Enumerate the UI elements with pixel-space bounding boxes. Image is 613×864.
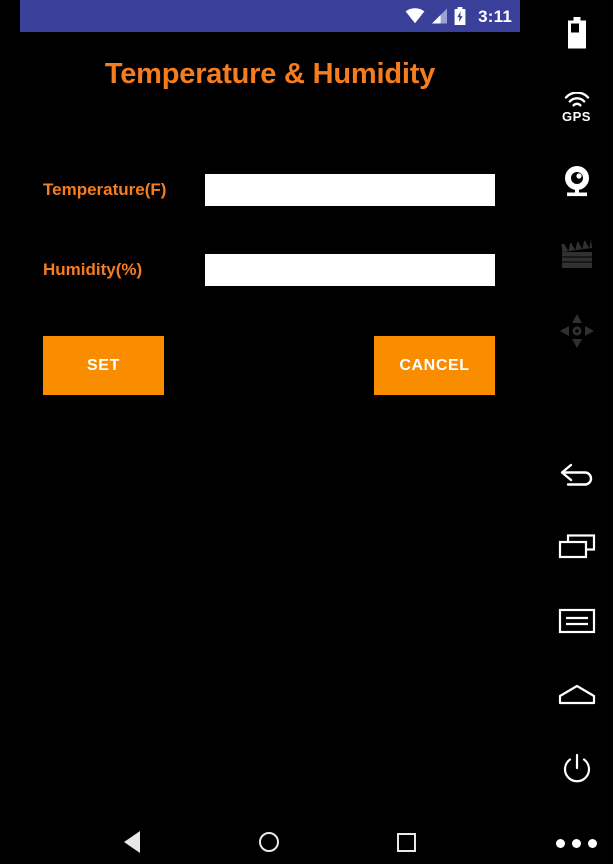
- nav-home-button[interactable]: [239, 820, 299, 864]
- emulator-window: 3:11 Temperature & Humidity Temperature(…: [0, 0, 613, 864]
- recents-square-icon: [396, 832, 416, 852]
- status-bar-clock: 3:11: [478, 6, 512, 26]
- power-icon: [559, 751, 595, 787]
- android-status-bar: 3:11: [20, 0, 520, 32]
- status-bar-icons: 3:11: [405, 7, 512, 25]
- toolbar-home-button[interactable]: [540, 670, 613, 720]
- set-button[interactable]: SET: [43, 336, 164, 395]
- humidity-label: Humidity(%): [43, 260, 143, 279]
- gps-label: GPS: [562, 108, 591, 124]
- nav-recents-button[interactable]: [376, 820, 436, 864]
- toolbar-more-button[interactable]: [540, 818, 613, 864]
- toolbar-dpad-button: [540, 306, 613, 356]
- temperature-input[interactable]: [205, 174, 495, 206]
- toolbar-back-button[interactable]: [540, 448, 613, 498]
- device-screen: 3:11 Temperature & Humidity Temperature(…: [0, 0, 540, 864]
- toolbar-record-button: [540, 230, 613, 280]
- battery-icon: [567, 17, 587, 49]
- temperature-label: Temperature(F): [43, 180, 167, 199]
- toolbar-overview-button[interactable]: [540, 522, 613, 572]
- temperature-row: Temperature(F): [0, 173, 540, 207]
- webcam-icon: [560, 165, 594, 197]
- humidity-row: Humidity(%): [0, 253, 540, 287]
- android-navigation-bar: [0, 820, 540, 864]
- toolbar-power-button[interactable]: [540, 744, 613, 794]
- more-icon: [556, 838, 597, 848]
- gps-icon: GPS: [562, 91, 591, 124]
- toolbar-webcam-button[interactable]: [540, 156, 613, 206]
- clapperboard-record-icon: [560, 240, 594, 270]
- page-title: Temperature & Humidity: [104, 58, 436, 90]
- toolbar-gps-button[interactable]: GPS: [540, 82, 613, 132]
- nav-back-button[interactable]: [102, 820, 162, 864]
- overview-windows-icon: [558, 533, 596, 561]
- emulator-side-toolbar: GPS: [540, 0, 613, 864]
- cancel-button[interactable]: CANCEL: [374, 336, 495, 395]
- battery-charging-icon: [454, 7, 466, 25]
- humidity-input[interactable]: [205, 254, 495, 286]
- toolbar-menu-button[interactable]: [540, 596, 613, 646]
- toolbar-battery-button[interactable]: [540, 8, 613, 58]
- back-arrow-icon: [558, 459, 596, 487]
- wifi-icon: [405, 8, 425, 24]
- back-triangle-icon: [124, 831, 140, 853]
- cellular-signal-icon: [431, 8, 448, 24]
- home-circle-icon: [259, 832, 279, 852]
- dpad-icon: [556, 310, 598, 352]
- home-icon: [557, 683, 597, 707]
- menu-icon: [558, 608, 596, 634]
